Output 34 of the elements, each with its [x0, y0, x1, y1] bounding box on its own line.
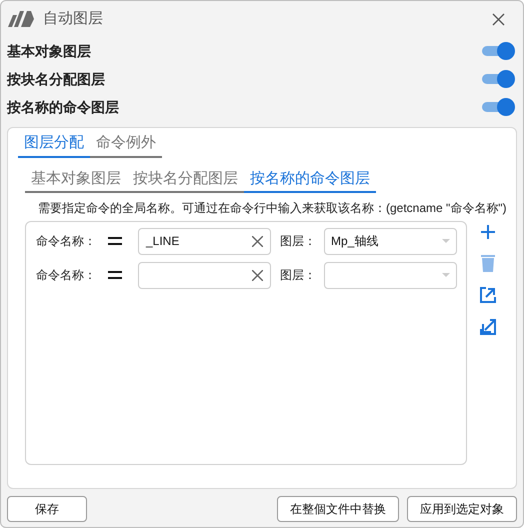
subtab[interactable]: 按块名分配图层 — [127, 168, 244, 193]
toggle-switch[interactable] — [482, 98, 515, 116]
toggle-switch[interactable] — [482, 70, 515, 88]
close-icon[interactable] — [492, 12, 505, 26]
caret-icon — [442, 273, 450, 277]
action-button[interactable]: 在整個文件中替换 — [277, 496, 399, 522]
layer-dropdown[interactable]: Mp_轴线 — [324, 228, 457, 254]
field-label: 命令名称： — [36, 233, 97, 250]
subtab[interactable]: 基本对象图层 — [25, 168, 127, 193]
clear-icon[interactable] — [252, 236, 263, 246]
equals-icon — [108, 237, 122, 245]
hint-text: 需要指定命令的全局名称。可通过在命令行中输入来获取该名称：(getcname "命令名称") — [38, 200, 506, 217]
tab[interactable]: 命令例外 — [90, 132, 162, 158]
add-icon[interactable] — [480, 224, 496, 240]
action-button[interactable]: 保存 — [7, 496, 87, 522]
clear-icon[interactable] — [252, 270, 263, 280]
toggle-label: 按块名分配图层 — [7, 70, 105, 88]
field-label: 图层： — [280, 233, 317, 250]
toggle-switch[interactable] — [482, 42, 515, 60]
export-icon[interactable] — [479, 286, 497, 304]
equals-icon — [108, 271, 122, 279]
field-label: 命令名称： — [36, 267, 97, 284]
action-button[interactable]: 应用到选定对象 — [407, 496, 517, 522]
field-label: 图层： — [280, 267, 317, 284]
caret-icon — [442, 239, 450, 243]
input-field[interactable] — [138, 262, 271, 288]
subtab[interactable]: 按名称的命令图层 — [244, 168, 376, 193]
app-logo-icon — [8, 11, 34, 27]
import-icon[interactable] — [479, 318, 497, 336]
window-title: 自动图层 — [43, 8, 103, 29]
tab[interactable]: 图层分配 — [18, 132, 90, 158]
toggle-label: 按名称的命令图层 — [7, 98, 119, 116]
toggle-label: 基本对象图层 — [7, 42, 91, 60]
input-field[interactable]: _LINE — [138, 228, 271, 254]
